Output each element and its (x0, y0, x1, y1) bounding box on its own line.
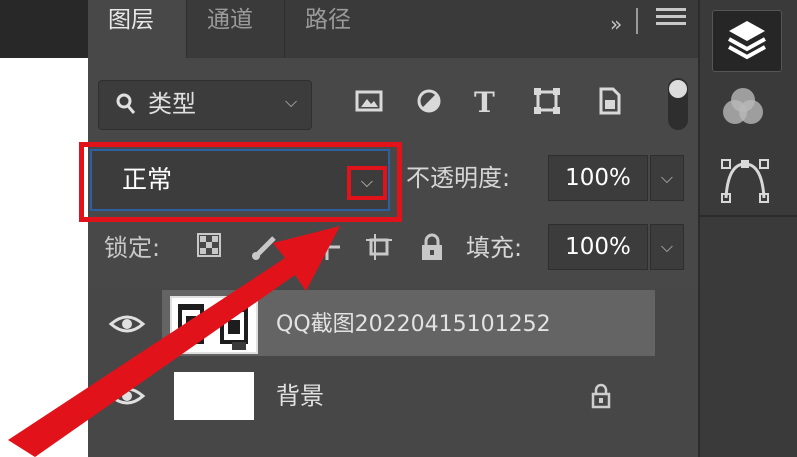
lock-transparency-icon[interactable] (196, 232, 224, 262)
lock-position-icon[interactable] (312, 232, 340, 262)
lock-label: 锁定: (104, 234, 161, 262)
layers-panel-icon[interactable] (712, 10, 782, 72)
document-canvas[interactable] (0, 58, 88, 457)
fill-chevron-down-icon[interactable]: ⌵ (650, 224, 684, 270)
layer-thumbnail[interactable] (174, 372, 254, 420)
eye-icon[interactable] (108, 312, 146, 336)
lock-all-icon[interactable] (418, 232, 446, 262)
lock-image-pixels-icon[interactable] (250, 232, 278, 262)
search-icon (116, 93, 136, 117)
layer-thumbnail[interactable] (170, 296, 258, 354)
smart-object-filter-icon[interactable] (594, 86, 628, 120)
panel-menu-icon[interactable] (656, 8, 686, 32)
paths-panel-icon[interactable] (718, 154, 772, 204)
lock-artboard-icon[interactable] (364, 232, 392, 262)
layer-filter-label: 类型 (148, 90, 196, 118)
channels-panel-icon[interactable] (720, 84, 766, 130)
fill-label: 填充: (466, 234, 523, 262)
opacity-label: 不透明度: (406, 164, 511, 192)
type-filter-icon[interactable]: T (474, 86, 508, 120)
tab-channels[interactable]: 通道 (186, 0, 284, 58)
opacity-input[interactable]: 100% (548, 155, 648, 201)
tab-paths[interactable]: 路径 (284, 0, 380, 58)
fill-input[interactable]: 100% (548, 224, 648, 270)
shape-filter-icon[interactable] (532, 86, 566, 120)
image-filter-icon[interactable] (354, 86, 388, 120)
layer-name[interactable]: QQ截图20220415101252 (276, 305, 636, 345)
annotation-highlight-box (79, 142, 402, 222)
dock-divider (700, 215, 797, 217)
tab-layers[interactable]: 图层 (88, 0, 186, 58)
eye-icon[interactable] (108, 384, 146, 408)
chevron-down-icon[interactable]: ⌵ (285, 92, 305, 112)
document-canvas-top (0, 0, 88, 58)
adjustment-filter-icon[interactable] (414, 86, 448, 120)
layer-name[interactable]: 背景 (276, 376, 376, 416)
tab-separator (636, 8, 638, 34)
filter-toggle-knob (669, 80, 687, 98)
opacity-chevron-down-icon[interactable]: ⌵ (650, 155, 684, 201)
collapse-panel-button[interactable]: » (590, 4, 630, 62)
lock-icon (590, 383, 612, 409)
